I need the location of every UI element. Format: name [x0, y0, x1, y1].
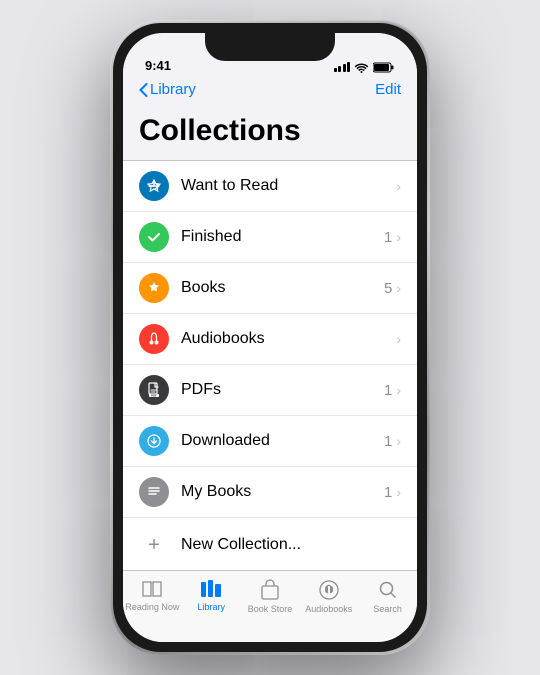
finished-chevron: ›	[396, 229, 401, 245]
book-store-tab-label: Book Store	[248, 604, 293, 614]
battery-icon	[373, 62, 395, 73]
pdfs-count: 1	[384, 382, 392, 399]
tab-audiobooks[interactable]: Audiobooks	[299, 579, 358, 614]
status-icons	[334, 61, 396, 73]
audiobooks-chevron: ›	[396, 331, 401, 347]
collection-item-audiobooks[interactable]: Audiobooks ›	[123, 314, 417, 365]
svg-text:PDF: PDF	[151, 394, 157, 398]
collection-item-downloaded[interactable]: Downloaded 1 ›	[123, 416, 417, 467]
new-collection-plus-icon: +	[139, 530, 169, 560]
edit-button[interactable]: Edit	[375, 81, 401, 98]
downloaded-count: 1	[384, 433, 392, 450]
back-chevron-icon	[139, 83, 148, 97]
new-collection-label: New Collection...	[181, 536, 301, 554]
finished-label: Finished	[181, 228, 384, 246]
page-title: Collections	[123, 106, 417, 160]
back-button[interactable]: Library	[139, 81, 196, 98]
tab-reading-now[interactable]: Reading Now	[123, 579, 182, 612]
phone-inner: 9:41	[113, 23, 427, 652]
library-tab-label: Library	[197, 602, 225, 612]
finished-count: 1	[384, 229, 392, 246]
wifi-icon	[354, 61, 369, 73]
collection-item-finished[interactable]: Finished 1 ›	[123, 212, 417, 263]
status-time: 9:41	[145, 58, 171, 73]
back-label: Library	[150, 81, 196, 98]
nav-bar: Library Edit	[123, 77, 417, 106]
audiobooks-label: Audiobooks	[181, 330, 396, 348]
collection-item-want-to-read[interactable]: Want to Read ›	[123, 161, 417, 212]
collection-item-pdfs[interactable]: PDF PDFs 1 ›	[123, 365, 417, 416]
library-icon	[199, 579, 223, 599]
want-to-read-chevron: ›	[396, 178, 401, 194]
books-chevron: ›	[396, 280, 401, 296]
notch	[205, 33, 335, 61]
screen: 9:41	[123, 33, 417, 642]
reading-now-tab-label: Reading Now	[125, 602, 179, 612]
tab-library[interactable]: Library	[182, 579, 241, 612]
search-tab-label: Search	[373, 604, 402, 614]
collection-item-my-books[interactable]: My Books 1 ›	[123, 467, 417, 518]
finished-icon	[139, 222, 169, 252]
content: Collections Want to Read	[123, 106, 417, 570]
phone-frame: 9:41	[110, 20, 430, 655]
audiobooks-tab-icon	[318, 579, 340, 601]
book-store-icon	[259, 579, 281, 601]
books-icon	[139, 273, 169, 303]
my-books-count: 1	[384, 484, 392, 501]
downloaded-label: Downloaded	[181, 432, 384, 450]
pdfs-label: PDFs	[181, 381, 384, 399]
my-books-chevron: ›	[396, 484, 401, 500]
tab-bar: Reading Now Library	[123, 570, 417, 642]
books-label: Books	[181, 279, 384, 297]
new-collection-item[interactable]: + New Collection...	[123, 518, 417, 570]
my-books-icon	[139, 477, 169, 507]
audiobooks-tab-label: Audiobooks	[305, 604, 352, 614]
tab-search[interactable]: Search	[358, 579, 417, 614]
pdfs-chevron: ›	[396, 382, 401, 398]
audiobooks-icon	[139, 324, 169, 354]
downloaded-icon	[139, 426, 169, 456]
want-to-read-label: Want to Read	[181, 177, 396, 195]
want-to-read-icon	[139, 171, 169, 201]
search-tab-icon	[377, 579, 399, 601]
my-books-label: My Books	[181, 483, 384, 501]
books-count: 5	[384, 280, 392, 297]
downloaded-chevron: ›	[396, 433, 401, 449]
signal-bars	[334, 62, 351, 72]
collections-list: Want to Read › Finished 1 ›	[123, 160, 417, 570]
pdfs-icon: PDF	[139, 375, 169, 405]
collection-item-books[interactable]: Books 5 ›	[123, 263, 417, 314]
tab-book-store[interactable]: Book Store	[241, 579, 300, 614]
reading-now-icon	[140, 579, 164, 599]
